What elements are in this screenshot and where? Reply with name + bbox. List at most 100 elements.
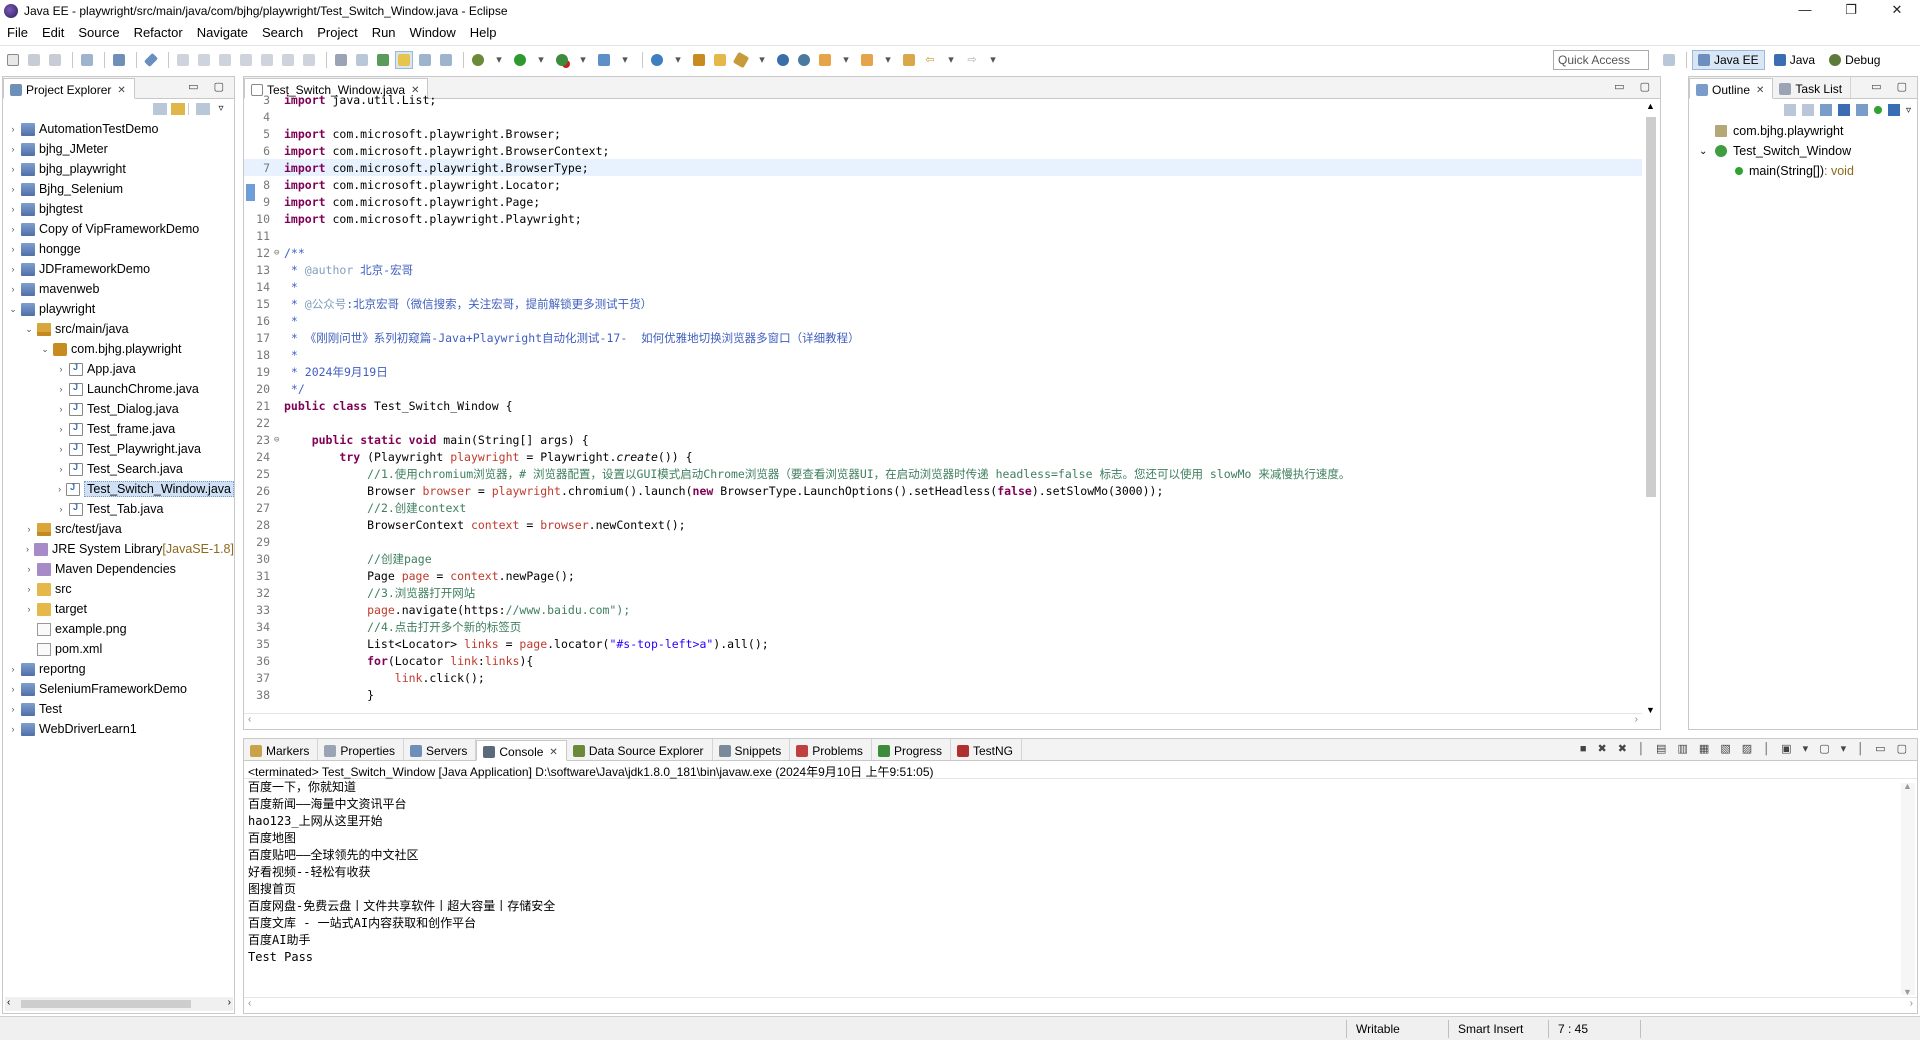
open-type-icon[interactable]	[711, 51, 729, 69]
code-line[interactable]: 23 ⊖ public static void main(String[] arg…	[244, 431, 1642, 448]
server-icon[interactable]	[110, 51, 128, 69]
scroll-right-icon[interactable]: ›	[1635, 714, 1638, 725]
block-selection-icon[interactable]	[416, 51, 434, 69]
chevron-right-icon[interactable]: ›	[7, 184, 19, 194]
chevron-right-icon[interactable]: ›	[23, 564, 35, 574]
code-area[interactable]: 3 import java.util.List; 4 5 import com.micr…	[244, 91, 1642, 713]
code-line[interactable]: 8 import com.microsoft.playwright.Locator…	[244, 176, 1642, 193]
code-line[interactable]: 25 //1.使用chromium浏览器，# 浏览器配置，设置以GUI模式启动C…	[244, 465, 1642, 482]
use-step-filters-icon[interactable]	[332, 51, 350, 69]
filter-icon[interactable]	[196, 103, 210, 115]
close-icon[interactable]: ✕	[549, 747, 557, 758]
tab-testng[interactable]: TestNG	[951, 739, 1022, 760]
tree-item[interactable]: › JDFrameworkDemo	[3, 259, 234, 279]
menu-project[interactable]: Project	[310, 25, 364, 40]
code-line[interactable]: 5 import com.microsoft.playwright.Browser…	[244, 125, 1642, 142]
view-menu-icon[interactable]: ▿	[1906, 105, 1911, 116]
chevron-right-icon[interactable]: ›	[23, 584, 35, 594]
scroll-right-icon[interactable]: ›	[1910, 998, 1913, 1009]
open-task-icon[interactable]	[732, 51, 750, 69]
chevron-right-icon[interactable]: ›	[55, 404, 67, 414]
fold-toggle-icon[interactable]: ⊖	[274, 435, 284, 445]
tab-task-list[interactable]: Task List	[1773, 77, 1852, 98]
console-toolbar-icons[interactable]: ■ ✖ ✖ │ ▤ ▥ ▦ ▧ ▨ │ ▣ ▾ ▢ ▾ │ ▭ ▢	[1580, 742, 1911, 755]
web-browser-icon[interactable]	[795, 51, 813, 69]
link-with-editor-icon[interactable]	[171, 103, 185, 115]
close-icon[interactable]: ✕	[1756, 85, 1764, 96]
chevron-right-icon[interactable]: ›	[7, 704, 19, 714]
code-line[interactable]: 35 List<Locator> links = page.locator("#…	[244, 635, 1642, 652]
chevron-down-icon[interactable]: ⌄	[1699, 146, 1711, 157]
menu-refactor[interactable]: Refactor	[127, 25, 190, 40]
code-line[interactable]: 16 *	[244, 312, 1642, 329]
outline-item[interactable]: main(String[]) : void	[1689, 161, 1917, 181]
chevron-right-icon[interactable]: ›	[23, 524, 35, 534]
chevron-right-icon[interactable]: ›	[23, 544, 32, 554]
code-line[interactable]: 18 *	[244, 346, 1642, 363]
skip-breakpoints-icon[interactable]	[142, 51, 160, 69]
code-line[interactable]: 30 //创建page	[244, 550, 1642, 567]
dropdown-arrow-icon[interactable]: ▾	[837, 51, 855, 69]
console-output[interactable]: 百度一下，你就知道 百度新闻——海量中文资讯平台 hao123_上网从这里开始 百度地…	[244, 779, 1917, 966]
code-line[interactable]: 22	[244, 414, 1642, 431]
code-line[interactable]: 33 page.navigate(https://www.baidu.com")…	[244, 601, 1642, 618]
dropdown-arrow-icon[interactable]: ▾	[532, 51, 550, 69]
dropdown-arrow-icon[interactable]: ▾	[669, 51, 687, 69]
code-line[interactable]: 36 for(Locator link:links){	[244, 652, 1642, 669]
code-line[interactable]: 6 import com.microsoft.playwright.Browser…	[244, 142, 1642, 159]
tree-item[interactable]: › Test_frame.java	[3, 419, 234, 439]
new-icon[interactable]	[4, 51, 22, 69]
new-java-project-icon[interactable]	[648, 51, 666, 69]
scroll-right-icon[interactable]: ›	[228, 997, 231, 1008]
perspective-java[interactable]: Java	[1769, 51, 1820, 69]
perspective-debug[interactable]: Debug	[1824, 51, 1885, 69]
tab-servers[interactable]: Servers	[404, 739, 477, 760]
code-line[interactable]: 14 *	[244, 278, 1642, 295]
tab-project-explorer[interactable]: Project Explorer ✕	[3, 78, 135, 99]
chevron-right-icon[interactable]: ›	[7, 264, 19, 274]
view-menu-icon[interactable]: ▿	[214, 103, 228, 115]
search-globe-icon[interactable]	[774, 51, 792, 69]
tab-data-source-explorer[interactable]: Data Source Explorer	[567, 739, 713, 760]
chevron-right-icon[interactable]: ›	[55, 464, 67, 474]
outline-item[interactable]: com.bjhg.playwright	[1689, 121, 1917, 141]
scroll-up-icon[interactable]: ▲	[1903, 781, 1912, 791]
chevron-right-icon[interactable]: ›	[7, 664, 19, 674]
tree-item[interactable]: › src	[3, 579, 234, 599]
debug-icon[interactable]	[469, 51, 487, 69]
perspective-java-ee[interactable]: Java EE	[1692, 50, 1765, 70]
chevron-right-icon[interactable]: ›	[7, 724, 19, 734]
dropdown-arrow-icon[interactable]: ▾	[984, 51, 1002, 69]
chevron-right-icon[interactable]: ›	[55, 364, 67, 374]
tree-item[interactable]: ⌄ com.bjhg.playwright	[3, 339, 234, 359]
scroll-left-icon[interactable]: ‹	[248, 998, 251, 1009]
tree-item[interactable]: › mavenweb	[3, 279, 234, 299]
run-icon[interactable]	[511, 51, 529, 69]
menu-source[interactable]: Source	[71, 25, 126, 40]
chevron-down-icon[interactable]: ⌄	[7, 304, 19, 315]
menu-edit[interactable]: Edit	[35, 25, 71, 40]
hide-non-public-icon[interactable]	[1855, 104, 1868, 116]
code-line[interactable]: 11	[244, 227, 1642, 244]
code-line[interactable]: 31 Page page = context.newPage();	[244, 567, 1642, 584]
code-line[interactable]: 19 * 2024年9月19日	[244, 363, 1642, 380]
tree-item[interactable]: › reportng	[3, 659, 234, 679]
tab-markers[interactable]: Markers	[244, 739, 319, 760]
scroll-down-icon[interactable]: ▼	[1646, 705, 1655, 715]
chevron-right-icon[interactable]: ›	[7, 124, 19, 134]
menu-run[interactable]: Run	[365, 25, 403, 40]
collapse-all-icon[interactable]	[153, 103, 167, 115]
code-line[interactable]: 10 import com.microsoft.playwright.Playwr…	[244, 210, 1642, 227]
menu-window[interactable]: Window	[403, 25, 463, 40]
minimize-button[interactable]: —	[1782, 0, 1828, 22]
code-line[interactable]: 13 * @author 北京-宏哥	[244, 261, 1642, 278]
console-vertical-scrollbar[interactable]: ▲ ▼	[1901, 781, 1915, 997]
code-line[interactable]: 3 import java.util.List;	[244, 91, 1642, 108]
step-over-icon[interactable]	[279, 51, 297, 69]
menu-search[interactable]: Search	[255, 25, 310, 40]
code-line[interactable]: 17 * 《刚刚问世》系列初窥篇-Java+Playwright自动化测试-17…	[244, 329, 1642, 346]
chevron-right-icon[interactable]: ›	[55, 424, 67, 434]
suspend-icon[interactable]	[195, 51, 213, 69]
menu-file[interactable]: File	[0, 25, 35, 40]
chevron-right-icon[interactable]: ›	[55, 384, 67, 394]
